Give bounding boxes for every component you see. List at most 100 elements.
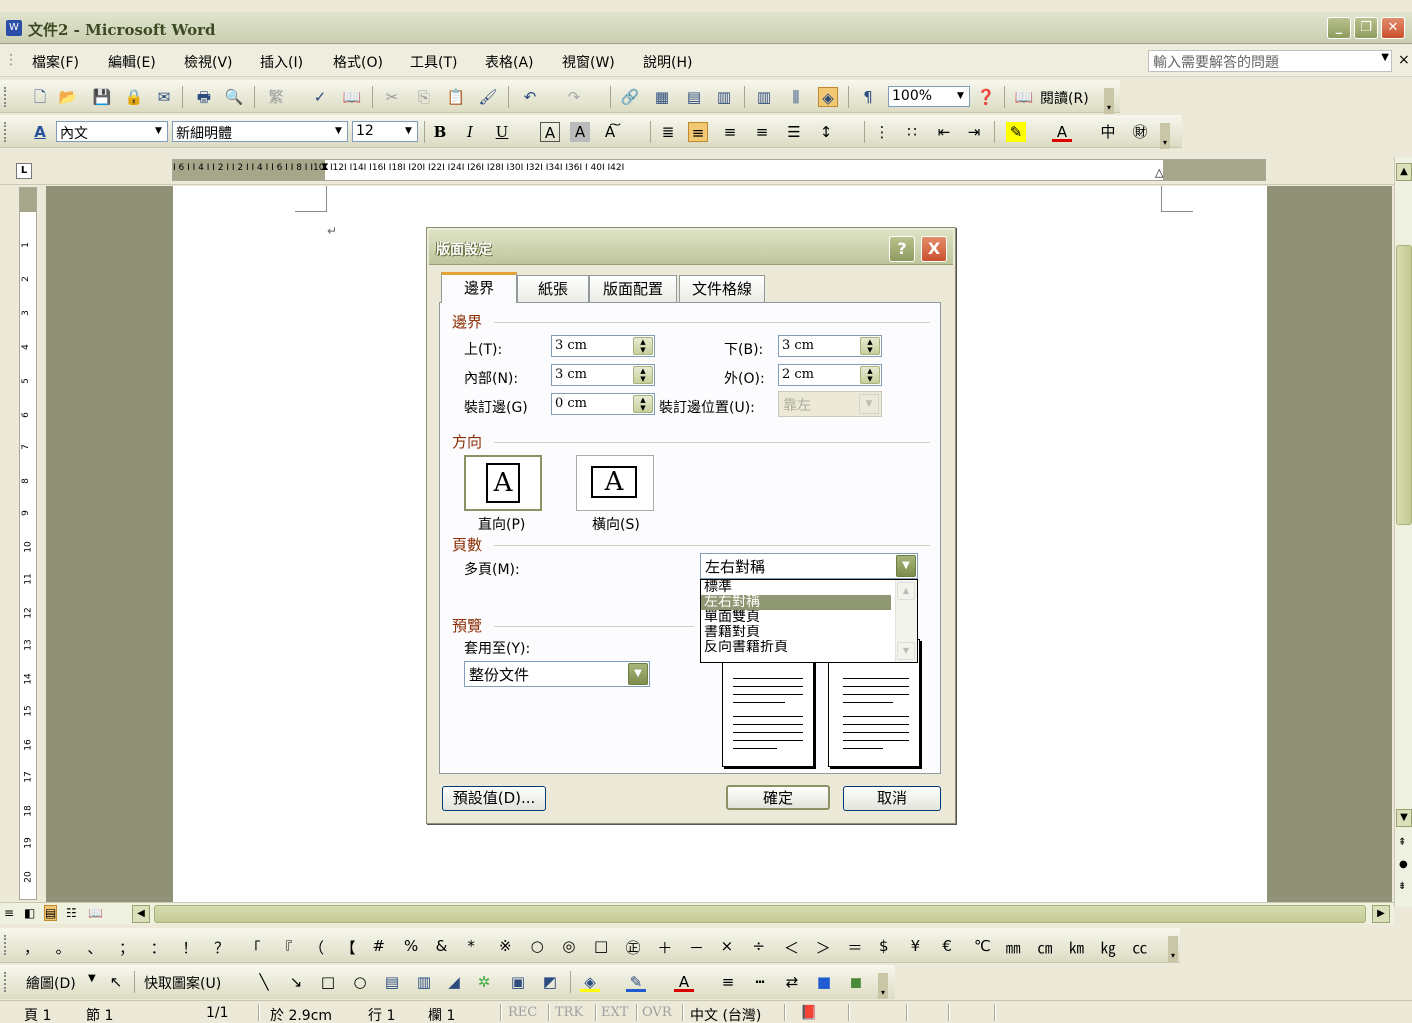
line-color-icon[interactable]: ✎ <box>626 972 646 992</box>
dialog-title-bar[interactable]: 版面設定 ? X <box>429 230 953 265</box>
outside-margin-input[interactable]: 2 cm ▲ ▼ <box>778 364 882 386</box>
vertical-scroll-thumb[interactable] <box>1396 245 1412 525</box>
dash-style-icon[interactable]: ┅ <box>750 972 770 992</box>
read-button[interactable]: 閱讀(R) <box>1040 88 1089 108</box>
gutter-input[interactable]: 0 cm ▲ ▼ <box>551 393 655 415</box>
align-right-icon[interactable]: ≡ <box>752 122 772 142</box>
draw-menu-button[interactable]: 繪圖(D) <box>26 973 76 993</box>
scroll-up-icon[interactable]: ▲ <box>897 582 915 600</box>
menu-help[interactable]: 說明(H) <box>643 52 692 72</box>
document-map-icon[interactable]: ◈ <box>818 87 838 107</box>
scroll-up-icon[interactable]: ▲ <box>1396 163 1412 181</box>
chevron-down-icon[interactable]: ▼ <box>628 663 648 685</box>
symbol-button[interactable]: － <box>689 937 704 958</box>
dialog-help-icon[interactable]: ? <box>889 236 915 262</box>
multiple-pages-select[interactable]: 左右對稱 ▼ <box>700 553 918 579</box>
symbol-button[interactable]: & <box>436 937 448 955</box>
dropdown-option[interactable]: 標準 <box>701 580 917 595</box>
spin-arrows-icon[interactable]: ▲ ▼ <box>633 395 653 413</box>
symbol-button[interactable]: ， <box>24 937 39 958</box>
status-rec[interactable]: REC <box>508 1005 537 1020</box>
status-language[interactable]: 中文 (台灣) <box>690 1005 761 1023</box>
menu-tools[interactable]: 工具(T) <box>410 52 457 72</box>
symbol-button[interactable]: （ <box>309 937 324 958</box>
print-layout-icon[interactable]: ▤ <box>44 905 58 921</box>
style-select[interactable]: 內文 ▼ <box>56 121 168 142</box>
insert-excel-icon[interactable]: ▥ <box>714 87 734 107</box>
toolbar-grip[interactable] <box>4 122 7 142</box>
toolbar-options-icon[interactable]: ▾ <box>1160 123 1170 149</box>
symbol-button[interactable]: ㎜ <box>1006 937 1021 958</box>
scroll-down-icon[interactable]: ▼ <box>1396 809 1412 827</box>
arrow-style-icon[interactable]: ⇄ <box>782 972 802 992</box>
symbol-button[interactable]: $ <box>879 937 889 955</box>
toolbar-grip[interactable] <box>4 935 7 955</box>
shadow-style-icon[interactable]: ■ <box>814 972 834 992</box>
zoom-select[interactable]: 100% ▼ <box>888 86 970 107</box>
status-ext[interactable]: EXT <box>601 1005 628 1020</box>
close-icon[interactable]: ✕ <box>1381 17 1405 39</box>
symbol-button[interactable]: 。 <box>56 937 71 958</box>
reading-view-icon[interactable]: 📖 <box>88 906 103 920</box>
symbol-button[interactable]: ◎ <box>562 937 575 955</box>
highlight-icon[interactable]: ✎ <box>1006 122 1026 142</box>
toolbar-grip[interactable] <box>4 972 7 992</box>
clip-art-icon[interactable]: ▣ <box>508 972 528 992</box>
vertical-ruler[interactable]: 1 2 3 4 5 6 7 8 9 10 11 12 13 14 15 16 1… <box>19 187 37 900</box>
scroll-left-icon[interactable]: ◀ <box>132 905 150 923</box>
picture-icon[interactable]: ◩ <box>540 972 560 992</box>
symbol-button[interactable]: ＜ <box>784 937 799 958</box>
symbol-button[interactable]: ＝ <box>847 937 862 958</box>
symbol-button[interactable]: ＋ <box>657 937 672 958</box>
italic-button[interactable]: I <box>460 122 480 142</box>
font-size-select[interactable]: 12 ▼ <box>352 121 418 142</box>
symbol-button[interactable]: ㎏ <box>1101 937 1116 958</box>
word-app-icon[interactable]: W <box>6 20 22 36</box>
symbol-button[interactable]: □ <box>594 937 608 955</box>
print-preview-icon[interactable]: 🔍 <box>224 87 244 107</box>
redo-icon[interactable]: ↷ <box>564 87 584 107</box>
select-browse-object-icon[interactable]: ● <box>1399 859 1408 870</box>
chevron-down-icon[interactable]: ▼ <box>953 88 968 105</box>
menu-view[interactable]: 檢視(V) <box>184 52 233 72</box>
menu-format[interactable]: 格式(O) <box>333 52 383 72</box>
scroll-down-icon[interactable]: ▼ <box>897 642 915 660</box>
open-folder-icon[interactable]: 📂 <box>58 87 78 107</box>
cancel-button[interactable]: 取消 <box>843 786 941 811</box>
previous-page-icon[interactable]: ⇞ <box>1398 837 1406 848</box>
font-color-icon[interactable]: A <box>1052 122 1072 142</box>
tab-document-grid[interactable]: 文件格線 <box>679 275 765 302</box>
symbol-button[interactable]: 【 <box>341 937 356 958</box>
symbol-button[interactable]: ¥ <box>911 937 921 955</box>
chevron-down-icon[interactable]: ▼ <box>88 973 96 984</box>
tables-borders-icon[interactable]: ▦ <box>652 87 672 107</box>
research-icon[interactable]: 📖 <box>342 87 362 107</box>
symbol-button[interactable]: 「 <box>246 937 261 958</box>
line-style-icon[interactable]: ≡ <box>718 972 738 992</box>
character-border-icon[interactable]: A <box>540 122 560 142</box>
align-center-icon[interactable]: ≡ <box>720 122 740 142</box>
symbol-button[interactable]: ； <box>119 937 134 958</box>
line-icon[interactable]: ╲ <box>254 972 274 992</box>
dropdown-option[interactable]: 單面雙頁 <box>701 610 917 625</box>
symbol-button[interactable]: ㎞ <box>1069 937 1084 958</box>
fill-color-icon[interactable]: ◈ <box>580 972 600 992</box>
email-icon[interactable]: ✉ <box>154 87 174 107</box>
symbol-button[interactable]: ㎝ <box>1037 937 1052 958</box>
chevron-down-icon[interactable]: ▼ <box>151 123 166 140</box>
new-document-icon[interactable]: 🗋 <box>30 87 50 107</box>
tab-selector[interactable]: L <box>16 163 32 179</box>
symbol-button[interactable]: 、 <box>87 937 102 958</box>
menu-table[interactable]: 表格(A) <box>485 52 534 72</box>
drawing-icon[interactable]: ⫼ <box>786 87 806 107</box>
bold-button[interactable]: B <box>430 122 450 142</box>
toolbar-options-icon[interactable]: ▾ <box>1168 936 1178 962</box>
font-color-icon[interactable]: A <box>674 972 694 992</box>
chevron-down-icon[interactable]: ▼ <box>896 555 916 577</box>
diagram-icon[interactable]: ✲ <box>474 972 494 992</box>
asian-layout-icon[interactable]: A͠ <box>600 122 620 142</box>
font-select[interactable]: 新細明體 ▼ <box>172 121 348 142</box>
oval-icon[interactable]: ○ <box>350 972 370 992</box>
symbol-button[interactable]: € <box>942 937 952 955</box>
chevron-down-icon[interactable]: ▼ <box>401 123 416 140</box>
